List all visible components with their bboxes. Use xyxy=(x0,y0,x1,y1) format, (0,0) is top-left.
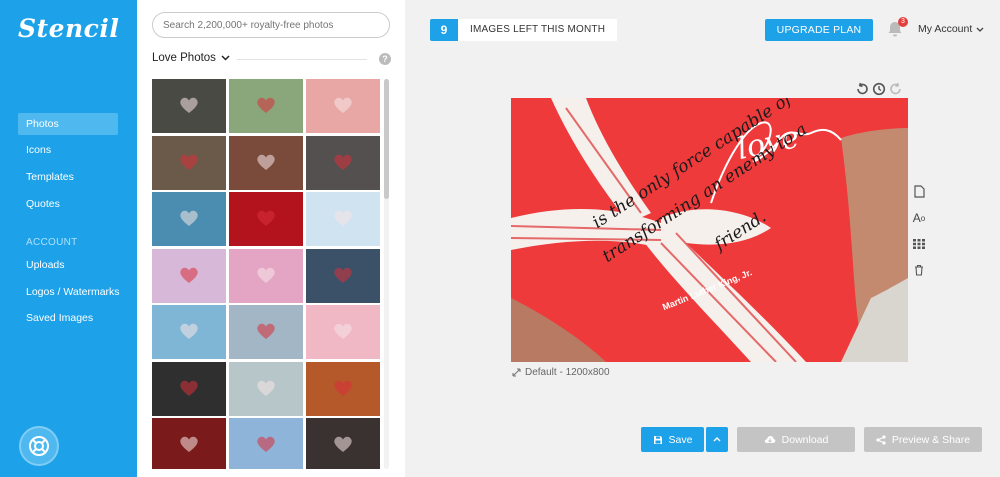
sidebar: Stencil Photos Icons Templates Quotes AC… xyxy=(0,0,137,477)
upgrade-plan-button[interactable]: UPGRADE PLAN xyxy=(765,19,873,41)
photo-panel: Love Photos ? xyxy=(137,0,405,477)
account-label: My Account xyxy=(918,23,973,35)
photo-thumbnail[interactable] xyxy=(229,248,303,303)
sidebar-item-icons[interactable]: Icons xyxy=(18,139,118,161)
preview-share-label: Preview & Share xyxy=(891,433,971,446)
account-section-heading: ACCOUNT xyxy=(26,237,78,248)
photo-thumbnail[interactable] xyxy=(306,361,380,416)
page-icon[interactable] xyxy=(912,184,926,198)
save-button[interactable]: Save xyxy=(641,427,704,452)
chevron-down-icon xyxy=(976,27,984,32)
history-icon[interactable] xyxy=(872,82,886,96)
thumbnail-heart-decoration xyxy=(179,153,199,171)
photo-thumbnail[interactable] xyxy=(306,192,380,246)
images-left-label: IMAGES LEFT THIS MONTH xyxy=(458,19,618,41)
lifebuoy-icon xyxy=(29,436,49,456)
thumbnail-heart-decoration xyxy=(256,435,276,453)
photo-thumbnail[interactable] xyxy=(306,305,380,359)
photo-thumbnail[interactable] xyxy=(152,361,226,416)
photo-thumbnail[interactable] xyxy=(229,361,303,416)
thumbnail-heart-decoration xyxy=(179,379,199,397)
canvas-size-text: Default - 1200x800 xyxy=(525,367,610,378)
photo-thumbnail[interactable] xyxy=(306,135,380,190)
thumbnail-heart-decoration xyxy=(256,379,276,397)
thumbnail-heart-decoration xyxy=(333,153,353,171)
download-button-label: Download xyxy=(781,433,829,446)
thumbnail-heart-decoration xyxy=(256,153,276,171)
floppy-disk-icon xyxy=(653,435,662,444)
photo-thumbnail[interactable] xyxy=(229,418,303,469)
collection-dropdown[interactable]: Love Photos xyxy=(152,52,230,64)
thumbnail-heart-decoration xyxy=(333,96,353,114)
thumbnail-heart-decoration xyxy=(179,435,199,453)
resize-icon xyxy=(512,368,521,377)
sidebar-item-quotes[interactable]: Quotes xyxy=(18,193,118,215)
divider xyxy=(237,59,367,60)
photo-thumbnail[interactable] xyxy=(306,418,380,469)
sidebar-item-templates[interactable]: Templates xyxy=(18,166,118,188)
photo-thumbnail[interactable] xyxy=(152,192,226,246)
preview-share-button[interactable]: Preview & Share xyxy=(864,427,982,452)
photo-thumbnail[interactable] xyxy=(152,135,226,190)
photo-thumbnail[interactable] xyxy=(152,248,226,303)
question-icon[interactable]: ? xyxy=(379,53,391,65)
sidebar-item-logos-watermarks[interactable]: Logos / Watermarks xyxy=(18,281,133,303)
photo-thumbnail[interactable] xyxy=(152,305,226,359)
chevron-up-icon xyxy=(713,437,721,442)
collection-label: Love Photos xyxy=(152,52,216,64)
photo-grid xyxy=(152,79,380,469)
photo-thumbnail[interactable] xyxy=(306,79,380,133)
thumbnail-heart-decoration xyxy=(179,96,199,114)
save-button-label: Save xyxy=(668,433,693,446)
sidebar-item-saved-images[interactable]: Saved Images xyxy=(18,307,118,329)
save-options-button[interactable] xyxy=(706,427,728,452)
account-menu[interactable]: My Account xyxy=(918,23,984,35)
trash-icon[interactable] xyxy=(912,263,926,277)
search-input[interactable] xyxy=(152,12,390,38)
notification-badge: 3 xyxy=(898,17,908,27)
thumbnail-heart-decoration xyxy=(256,209,276,227)
sidebar-item-photos[interactable]: Photos xyxy=(18,113,118,135)
photo-thumbnail[interactable] xyxy=(306,248,380,303)
grid-icon[interactable] xyxy=(912,237,926,251)
images-left-count: 9 xyxy=(430,19,458,41)
photo-thumbnail[interactable] xyxy=(152,418,226,469)
thumbnail-heart-decoration xyxy=(256,322,276,340)
share-icon xyxy=(876,434,886,445)
chevron-down-icon xyxy=(221,55,230,61)
thumbnail-heart-decoration xyxy=(256,266,276,284)
photo-thumbnail[interactable] xyxy=(229,305,303,359)
thumbnail-heart-decoration xyxy=(179,209,199,227)
thumbnail-heart-decoration xyxy=(333,379,353,397)
thumbnail-heart-decoration xyxy=(179,266,199,284)
thumbnail-heart-decoration xyxy=(179,322,199,340)
history-controls xyxy=(855,82,903,96)
download-button[interactable]: Download xyxy=(737,427,855,452)
photo-thumbnail[interactable] xyxy=(229,135,303,190)
thumbnail-heart-decoration xyxy=(333,322,353,340)
photo-thumbnail[interactable] xyxy=(152,79,226,133)
design-canvas[interactable]: love is the only force capable of transf… xyxy=(511,98,908,362)
photo-thumbnail[interactable] xyxy=(229,79,303,133)
undo-icon[interactable] xyxy=(855,82,869,96)
thumbnail-heart-decoration xyxy=(333,435,353,453)
thumbnail-heart-decoration xyxy=(256,96,276,114)
thumbnail-heart-decoration xyxy=(333,266,353,284)
redo-icon[interactable] xyxy=(889,82,903,96)
help-button[interactable] xyxy=(19,426,59,466)
thumbnail-heart-decoration xyxy=(333,209,353,227)
text-font-icon[interactable]: Ao xyxy=(912,211,926,225)
app-logo[interactable]: Stencil xyxy=(18,14,119,43)
cloud-download-icon xyxy=(764,436,775,443)
photo-thumbnail[interactable] xyxy=(229,192,303,246)
sidebar-item-uploads[interactable]: Uploads xyxy=(18,254,118,276)
scrollbar-thumb[interactable] xyxy=(384,79,389,199)
canvas-size-label[interactable]: Default - 1200x800 xyxy=(512,367,610,378)
